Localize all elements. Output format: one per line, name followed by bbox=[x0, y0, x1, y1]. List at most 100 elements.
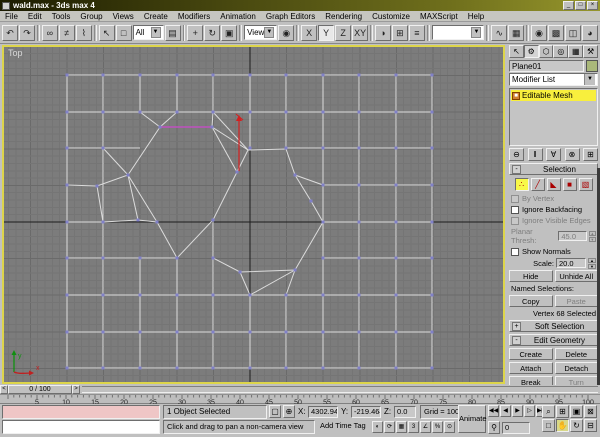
animate-button[interactable]: Animate bbox=[458, 405, 487, 433]
arc-rotate-icon[interactable]: ↻ bbox=[570, 419, 583, 432]
spinner-snap-icon[interactable]: ⊙ bbox=[444, 421, 455, 433]
delete-button[interactable]: Delete bbox=[554, 348, 598, 360]
select-object-icon[interactable]: ↖ bbox=[98, 24, 115, 41]
restrict-xy-button[interactable]: XY bbox=[352, 24, 369, 41]
null-tag-icon[interactable]: ◐ bbox=[372, 421, 383, 433]
expand-icon[interactable]: + bbox=[512, 321, 521, 331]
cycle-icon[interactable]: ⟳ bbox=[384, 421, 395, 433]
attach-button[interactable]: Attach bbox=[509, 362, 553, 374]
maxscript-mini-listener-white[interactable] bbox=[2, 420, 160, 434]
tab-create[interactable]: ↖ bbox=[509, 45, 524, 58]
previous-frame-button[interactable]: ◀ bbox=[500, 405, 511, 417]
selection-filter-combo[interactable]: All ▼ bbox=[132, 25, 164, 40]
tab-modify[interactable]: ⚙ bbox=[523, 45, 539, 58]
spinner[interactable]: ▲ ▼ bbox=[588, 258, 596, 269]
zoom-extents-icon[interactable]: ▣ bbox=[570, 405, 583, 418]
mirror-icon[interactable]: ◑ bbox=[374, 24, 391, 41]
array-icon[interactable]: ⊞ bbox=[391, 24, 408, 41]
selection-region-icon[interactable]: □ bbox=[115, 24, 132, 41]
tab-motion[interactable]: ◎ bbox=[553, 45, 569, 58]
z-coord-field[interactable]: 0.0 bbox=[394, 406, 416, 418]
zoom-icon[interactable]: ⌕ bbox=[542, 405, 555, 418]
key-mode-icon[interactable]: ⚲ bbox=[488, 421, 500, 434]
maximize-button[interactable]: □ bbox=[575, 1, 586, 10]
use-pivot-point-icon[interactable]: ◉ bbox=[278, 24, 295, 41]
menu-views[interactable]: Views bbox=[108, 12, 139, 21]
collapse-icon[interactable]: - bbox=[512, 335, 521, 345]
object-name-field[interactable]: Plane01 bbox=[509, 60, 584, 72]
track-view-icon[interactable]: ∿ bbox=[491, 24, 508, 41]
render-last-icon[interactable]: ◕ bbox=[582, 24, 599, 41]
region-zoom-icon[interactable]: □ bbox=[542, 419, 555, 432]
menu-edit[interactable]: Edit bbox=[23, 12, 47, 21]
zoom-all-icon[interactable]: ⊞ bbox=[556, 405, 569, 418]
create-button[interactable]: Create bbox=[509, 348, 553, 360]
restrict-x-button[interactable]: X bbox=[301, 24, 318, 41]
restrict-z-button[interactable]: Z bbox=[335, 24, 352, 41]
time-prev-button[interactable]: < bbox=[0, 385, 8, 394]
select-and-link-icon[interactable]: ∞ bbox=[41, 24, 58, 41]
modifier-list-dropdown[interactable]: Modifier List ▼ bbox=[509, 73, 598, 86]
bind-to-space-warp-icon[interactable]: ⌇ bbox=[75, 24, 92, 41]
min-max-toggle-icon[interactable]: ⊟ bbox=[584, 419, 597, 432]
face-mode-button[interactable]: ◣ bbox=[546, 178, 561, 191]
schematic-view-icon[interactable]: ▦ bbox=[508, 24, 525, 41]
hide-button[interactable]: Hide bbox=[509, 270, 553, 282]
tab-display[interactable]: ▦ bbox=[568, 45, 584, 58]
collapse-icon[interactable]: - bbox=[512, 164, 521, 174]
configure-button[interactable]: ⊞ bbox=[583, 148, 598, 161]
absolute-offset-icon[interactable]: ⊕ bbox=[283, 405, 295, 418]
zoom-extents-all-icon[interactable]: ⊠ bbox=[584, 405, 597, 418]
polygon-mode-button[interactable]: ■ bbox=[562, 178, 577, 191]
selection-lock-icon[interactable]: ▢ bbox=[269, 405, 281, 418]
menu-customize[interactable]: Customize bbox=[367, 12, 415, 21]
angle-snap-icon[interactable]: ∠ bbox=[420, 421, 431, 433]
material-editor-icon[interactable]: ◉ bbox=[531, 24, 548, 41]
tab-hierarchy[interactable]: ⬡ bbox=[538, 45, 554, 58]
make-unique-button[interactable]: ∀ bbox=[546, 148, 561, 161]
play-button[interactable]: ▶ bbox=[512, 405, 523, 417]
track-bar[interactable]: 5 10 15 20 25 30 35 40 45 50 55 60 65 70 75 80 85 90 95 100 bbox=[0, 394, 600, 405]
undo-icon[interactable]: ↶ bbox=[2, 24, 18, 41]
select-and-move-icon[interactable]: + bbox=[187, 24, 204, 41]
render-scene-icon[interactable]: ▩ bbox=[548, 24, 565, 41]
object-color-swatch[interactable] bbox=[586, 60, 598, 72]
menu-modifiers[interactable]: Modifiers bbox=[173, 12, 215, 21]
viewport-top[interactable]: Top xy bbox=[2, 45, 505, 384]
maxscript-mini-listener-pink[interactable] bbox=[2, 405, 160, 419]
viewport-canvas[interactable]: xy bbox=[4, 47, 503, 382]
keymode-icon[interactable]: ▦ bbox=[396, 421, 407, 433]
named-selection-combo[interactable]: ▼ bbox=[431, 25, 485, 40]
align-icon[interactable]: ≡ bbox=[408, 24, 425, 41]
close-button[interactable]: × bbox=[587, 1, 598, 10]
soft-selection-header[interactable]: + Soft Selection bbox=[509, 320, 598, 332]
unhide-all-button[interactable]: Unhide All bbox=[554, 270, 598, 282]
selection-rollout-header[interactable]: - Selection bbox=[509, 163, 598, 175]
unlink-selection-icon[interactable]: ≠ bbox=[58, 24, 75, 41]
render-type-icon[interactable]: ◫ bbox=[565, 24, 582, 41]
menu-file[interactable]: File bbox=[0, 12, 23, 21]
select-and-rotate-icon[interactable]: ↻ bbox=[204, 24, 221, 41]
edge-mode-button[interactable]: ╱ bbox=[530, 178, 545, 191]
menu-animation[interactable]: Animation bbox=[215, 12, 261, 21]
normals-scale-field[interactable]: Scale: 20.0 ▲ ▼ bbox=[511, 258, 598, 269]
menu-help[interactable]: Help bbox=[463, 12, 489, 21]
pan-icon[interactable]: ✋ bbox=[556, 419, 569, 432]
minimize-button[interactable]: _ bbox=[563, 1, 574, 10]
detach-button[interactable]: Detach bbox=[554, 362, 598, 374]
stack-item-editable-mesh[interactable]: ■ Editable Mesh bbox=[511, 90, 596, 101]
reference-coordinate-combo[interactable]: View ▼ bbox=[244, 25, 278, 40]
y-coord-field[interactable]: -219.464 bbox=[351, 406, 381, 418]
restrict-y-button[interactable]: Y bbox=[318, 24, 335, 41]
select-by-name-icon[interactable]: ▤ bbox=[164, 24, 181, 41]
menu-rendering[interactable]: Rendering bbox=[320, 12, 367, 21]
modifier-stack[interactable]: ■ Editable Mesh bbox=[509, 88, 598, 146]
percent-snap-icon[interactable]: % bbox=[432, 421, 443, 433]
x-coord-field[interactable]: 4302.948 bbox=[308, 406, 338, 418]
remove-modifier-button[interactable]: ⊗ bbox=[564, 148, 580, 161]
menu-group[interactable]: Group bbox=[75, 12, 107, 21]
menu-graph-editors[interactable]: Graph Editors bbox=[261, 12, 320, 21]
pin-stack-button[interactable]: ⊖ bbox=[509, 148, 524, 161]
edit-geometry-header[interactable]: - Edit Geometry bbox=[509, 334, 598, 346]
snap-toggle-icon[interactable]: 3 bbox=[408, 421, 419, 433]
